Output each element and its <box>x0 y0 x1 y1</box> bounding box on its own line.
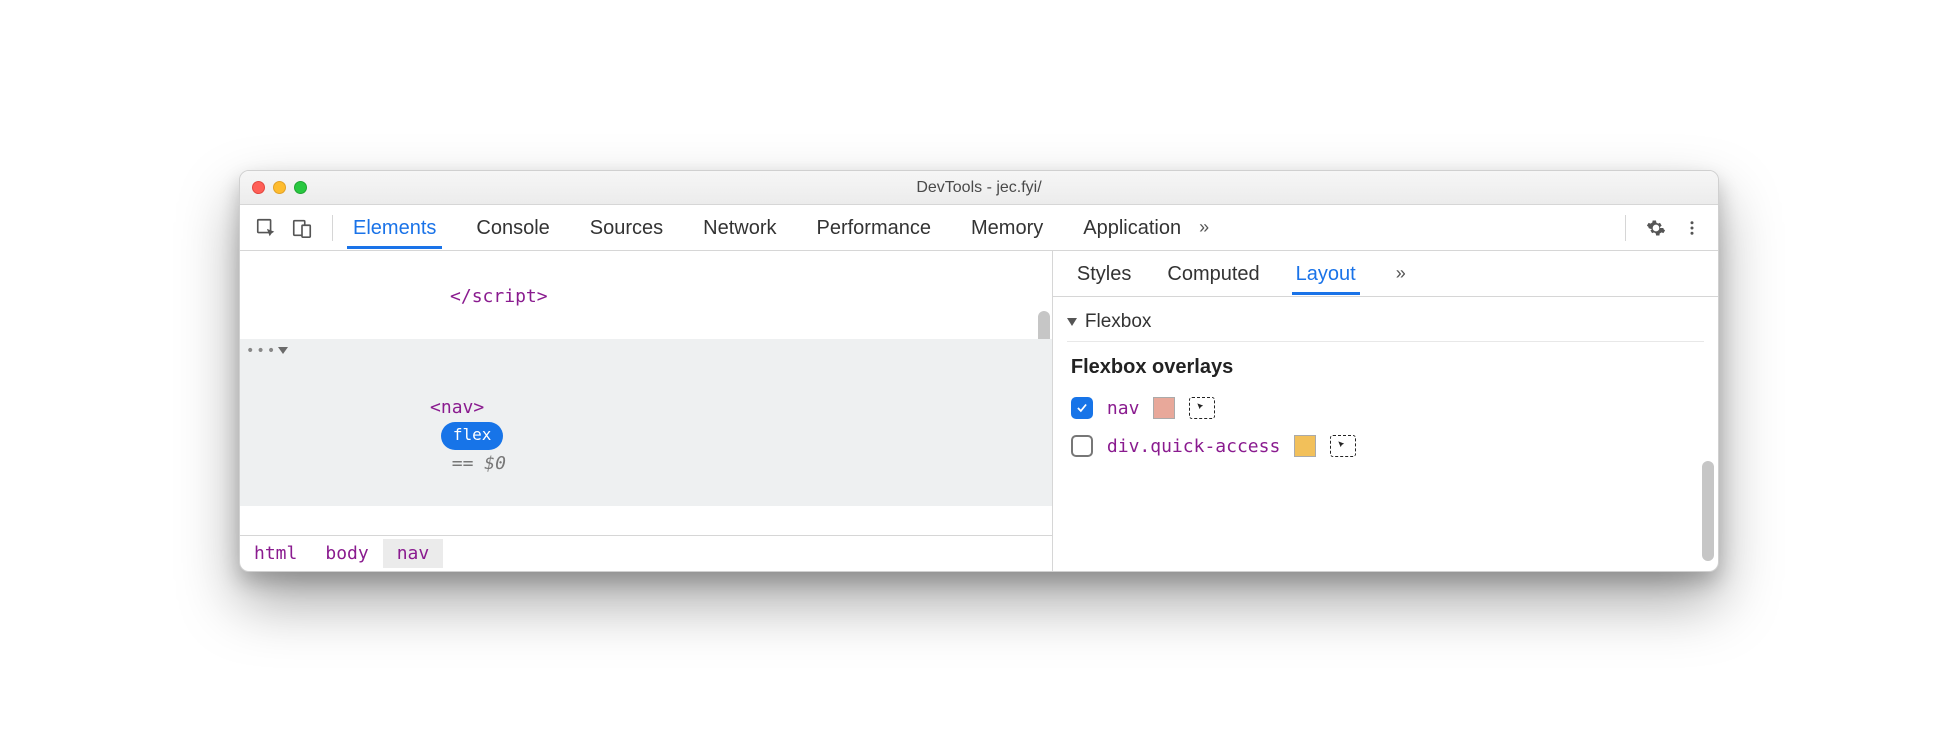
tab-network[interactable]: Network <box>697 207 782 248</box>
breadcrumb-body[interactable]: body <box>311 539 382 568</box>
window-title: DevTools - jec.fyi/ <box>240 179 1718 197</box>
device-toolbar-icon[interactable] <box>286 212 318 244</box>
scrollbar-thumb[interactable] <box>1702 461 1714 561</box>
devtools-window: DevTools - jec.fyi/ Elements Console Sou… <box>239 170 1719 572</box>
sidebar-tabs: Styles Computed Layout » <box>1053 251 1718 297</box>
more-tabs-icon[interactable]: » <box>1191 217 1217 238</box>
elements-pane: </script​> <nav> flex == $0 <a id="logo"… <box>240 251 1053 571</box>
main-tabs-row: Elements Console Sources Network Perform… <box>240 205 1718 251</box>
flex-badge[interactable]: flex <box>441 422 504 450</box>
tab-performance[interactable]: Performance <box>811 207 938 248</box>
more-subtabs-icon[interactable]: » <box>1388 263 1414 284</box>
overlay-name[interactable]: nav <box>1107 398 1140 419</box>
overlay-checkbox-quick-access[interactable] <box>1071 435 1093 457</box>
tab-sources[interactable]: Sources <box>584 207 669 248</box>
flexbox-section-header[interactable]: Flexbox <box>1067 305 1704 342</box>
main-tabs: Elements Console Sources Network Perform… <box>347 207 1187 248</box>
subtab-computed[interactable]: Computed <box>1163 253 1263 294</box>
flexbox-overlays-heading: Flexbox overlays <box>1071 356 1700 379</box>
layout-panel-body: Flexbox Flexbox overlays nav div.quick-a… <box>1053 297 1718 571</box>
separator <box>332 215 333 241</box>
inspect-element-icon[interactable] <box>250 212 282 244</box>
dom-tree[interactable]: </script​> <nav> flex == $0 <a id="logo"… <box>240 251 1052 535</box>
sidebar-pane: Styles Computed Layout » Flexbox Flexbox… <box>1053 251 1718 571</box>
settings-gear-icon[interactable] <box>1640 212 1672 244</box>
tab-elements[interactable]: Elements <box>347 207 442 248</box>
overlay-row-nav: nav <box>1067 391 1704 429</box>
tab-memory[interactable]: Memory <box>965 207 1049 248</box>
section-title: Flexbox <box>1085 311 1152 333</box>
breadcrumb-html[interactable]: html <box>240 539 311 568</box>
highlight-element-icon[interactable] <box>1189 397 1215 419</box>
color-swatch[interactable] <box>1153 397 1175 419</box>
highlight-element-icon[interactable] <box>1330 435 1356 457</box>
breadcrumb: html body nav <box>240 535 1052 571</box>
expand-arrow-icon[interactable] <box>278 347 288 359</box>
titlebar: DevTools - jec.fyi/ <box>240 171 1718 205</box>
overlay-name[interactable]: div.quick-access <box>1107 436 1280 457</box>
dom-line-nav[interactable]: <nav> flex == $0 <box>240 339 1052 506</box>
tab-console[interactable]: Console <box>470 207 555 248</box>
breadcrumb-nav[interactable]: nav <box>383 539 444 568</box>
overlay-checkbox-nav[interactable] <box>1071 397 1093 419</box>
separator <box>1625 215 1626 241</box>
subtab-layout[interactable]: Layout <box>1292 253 1360 294</box>
content-area: </script​> <nav> flex == $0 <a id="logo"… <box>240 251 1718 571</box>
dom-line-a[interactable]: <a id="logo" href="/">Page title</a> <box>240 506 1052 535</box>
overlay-row-quick-access: div.quick-access <box>1067 429 1704 467</box>
dom-line-script-close[interactable]: </script​> <box>240 255 1052 339</box>
subtab-styles[interactable]: Styles <box>1073 253 1135 294</box>
tab-application[interactable]: Application <box>1077 207 1187 248</box>
color-swatch[interactable] <box>1294 435 1316 457</box>
kebab-menu-icon[interactable] <box>1676 212 1708 244</box>
disclosure-triangle-icon <box>1067 318 1077 326</box>
